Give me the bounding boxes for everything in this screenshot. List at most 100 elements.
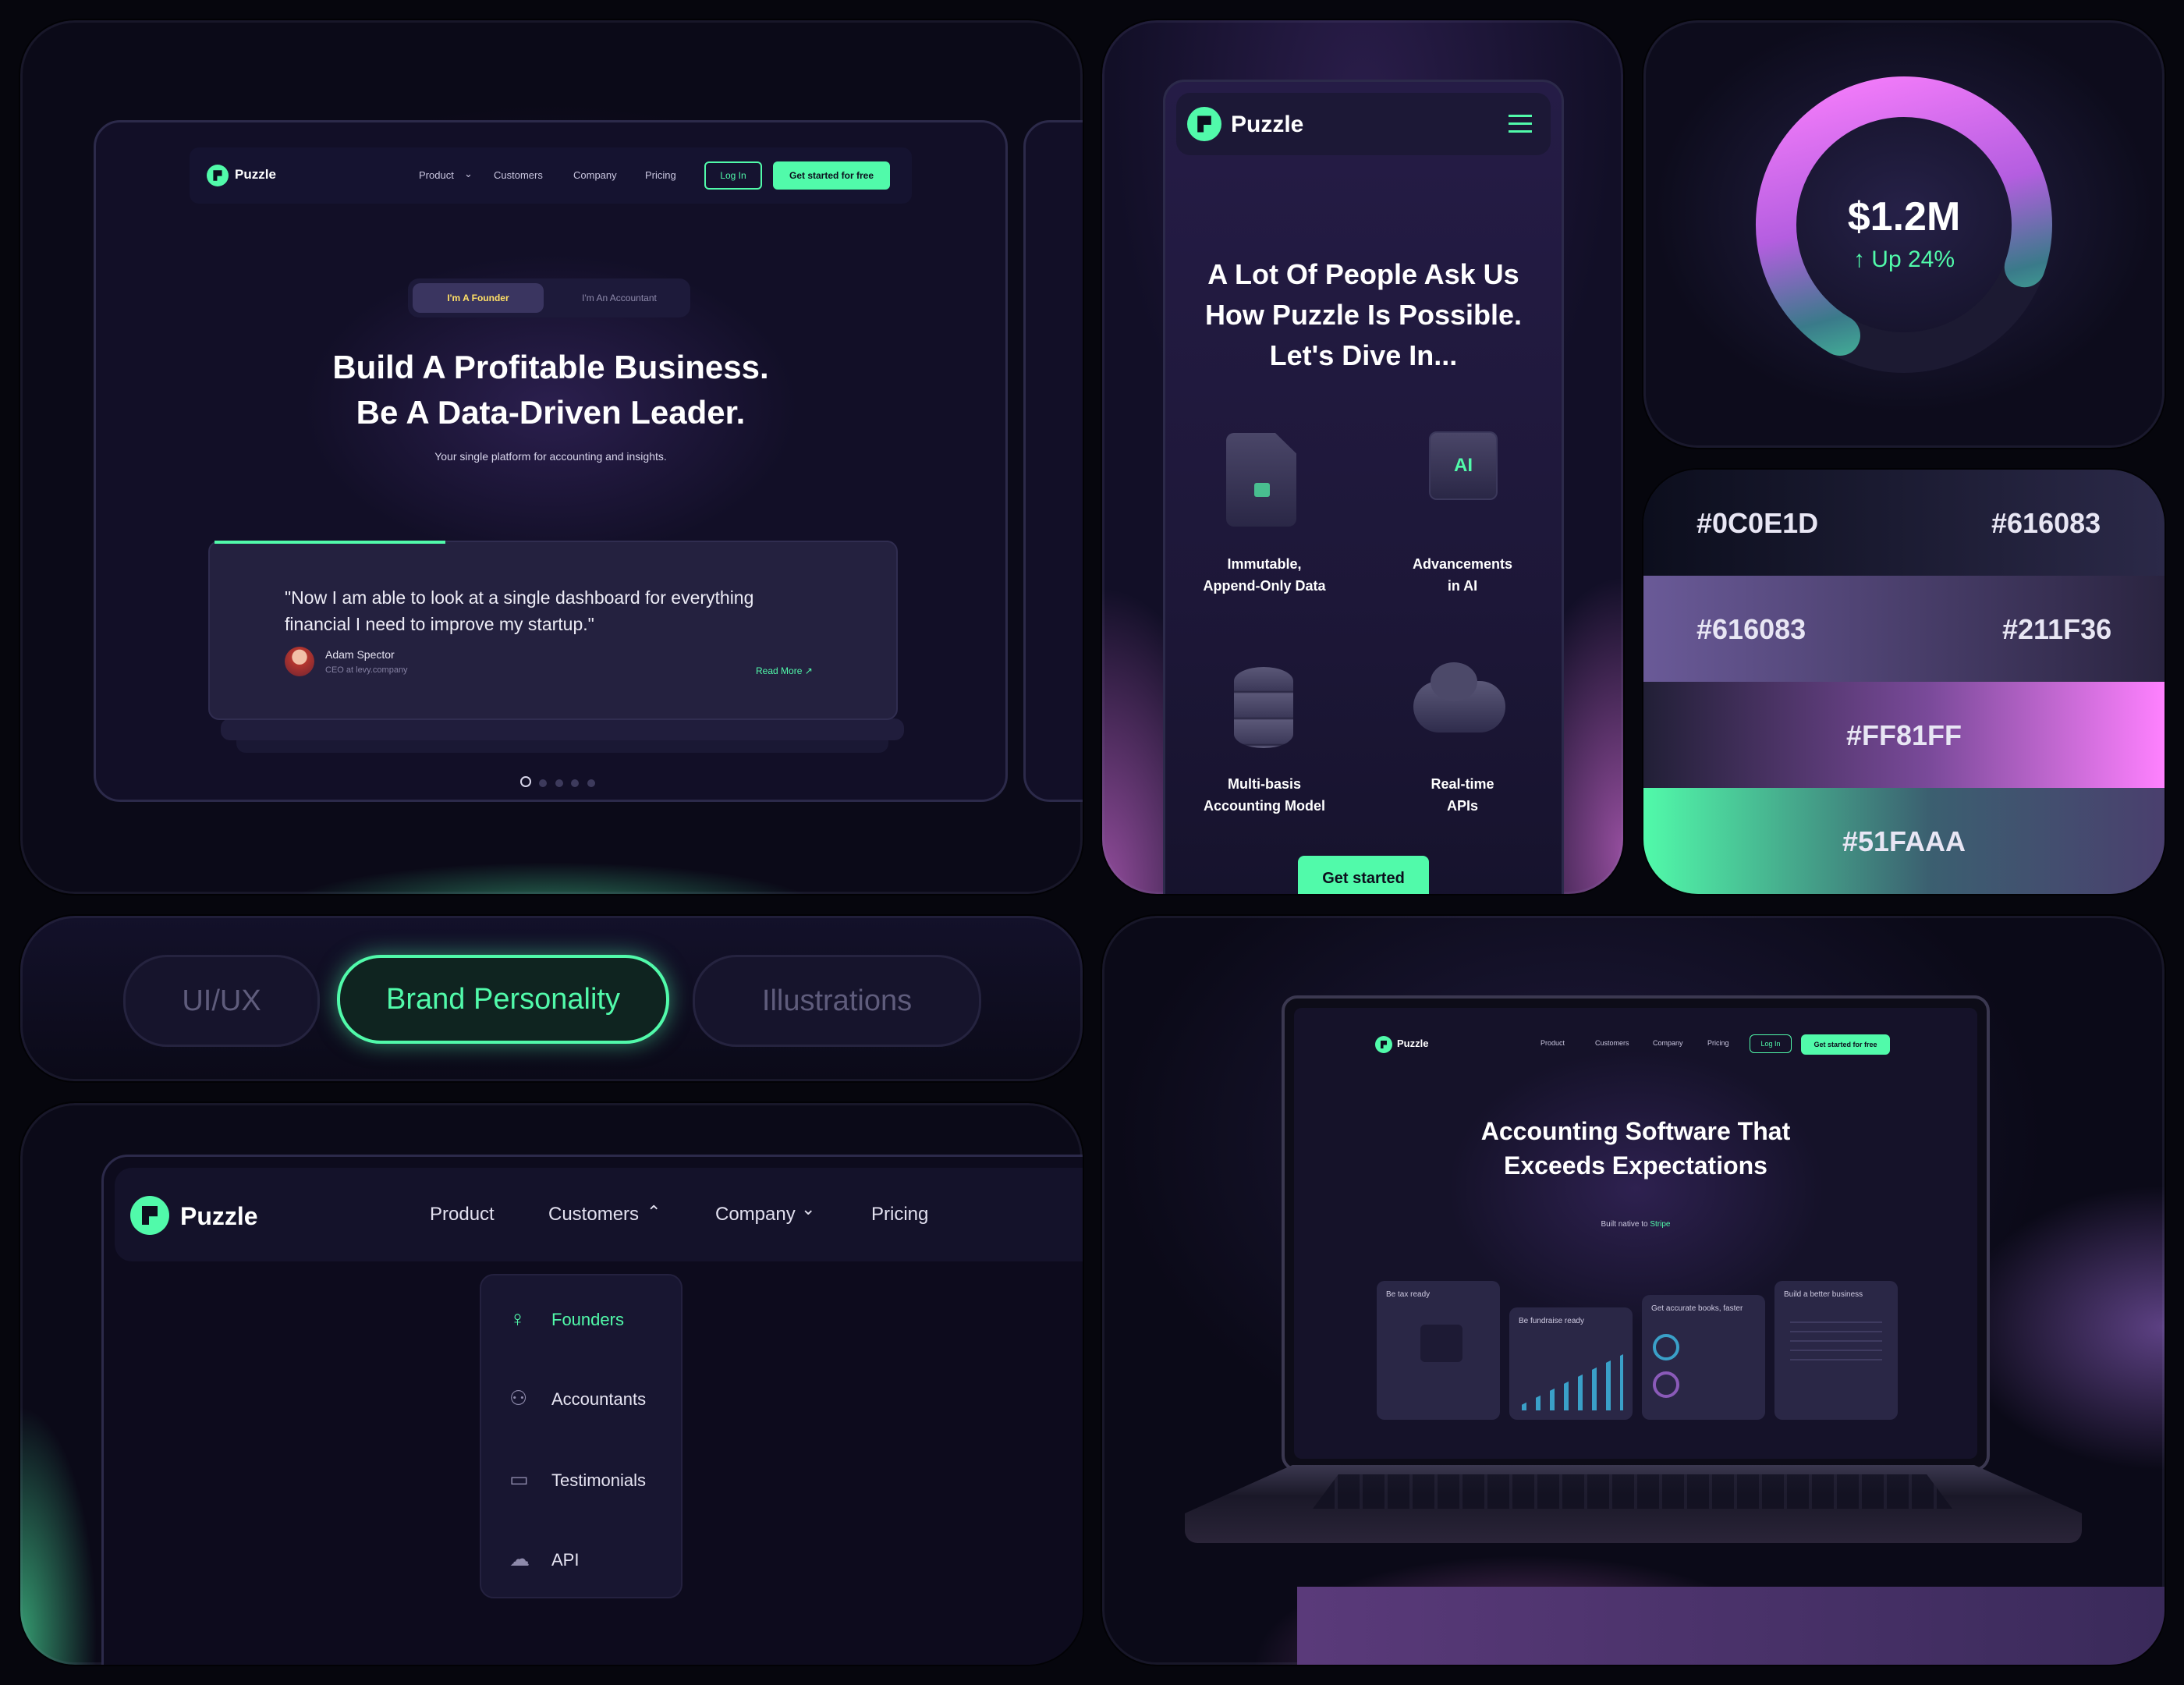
carousel-dots — [520, 776, 595, 791]
desktop-navbar: Puzzle Product ⌄ Customers Company Prici… — [190, 147, 912, 204]
testimonial-quote: "Now I am able to look at a single dashb… — [285, 587, 754, 634]
menu-item-testimonials[interactable]: ▭ Testimonials — [481, 1456, 681, 1503]
toggle-accountant[interactable]: I'm An Accountant — [553, 283, 686, 313]
menu-item-api[interactable]: ☁ API — [481, 1536, 681, 1583]
laptop-headline-2: Exceeds Expectations — [1504, 1151, 1767, 1180]
get-started-free-button[interactable]: Get started for free — [1801, 1034, 1890, 1055]
chevron-up-icon: ⌃ — [647, 1202, 661, 1222]
nav-company[interactable]: Company — [715, 1204, 796, 1226]
laptop-logo-text: Puzzle — [1397, 1038, 1429, 1049]
testimonial-card: "Now I am able to look at a single dashb… — [208, 541, 898, 720]
carousel-dot[interactable] — [587, 779, 595, 787]
lock-document-icon — [1226, 433, 1296, 527]
feature-card: Be fundraise ready — [1509, 1307, 1633, 1420]
carousel-dot[interactable] — [555, 779, 563, 787]
toggle-founder[interactable]: I'm A Founder — [413, 283, 544, 313]
arrow-up-right-icon: ↗ — [804, 665, 813, 676]
nav-product[interactable]: Product — [419, 169, 454, 181]
chevron-down-icon: ⌄ — [801, 1199, 816, 1219]
desktop-browser-frame: Puzzle Product ⌄ Customers Company Prici… — [94, 120, 1008, 802]
nav-customers[interactable]: Customers — [548, 1204, 639, 1226]
next-frame-peek — [1023, 120, 1083, 802]
mini-bar-chart — [1522, 1354, 1623, 1410]
carousel-dot-active[interactable] — [520, 776, 531, 787]
color-palette-card: #0C0E1D #616083 #616083 #211F36 #FF81FF … — [1643, 470, 2164, 894]
desktop-headline-2: Be A Data-Driven Leader. — [356, 394, 746, 431]
metric-change: ↑ Up 24% — [1852, 247, 1955, 272]
phone-header: Puzzle — [1176, 93, 1551, 155]
feature-label: Real-time — [1431, 776, 1494, 792]
carousel-dot[interactable] — [539, 779, 548, 787]
mobile-headline-1: A Lot Of People Ask Us — [1207, 258, 1519, 290]
hamburger-menu-icon[interactable] — [1509, 115, 1532, 133]
avatar — [285, 647, 314, 676]
revenue-metric-card: $1.2M ↑ Up 24% — [1643, 20, 2164, 448]
puzzle-logo-icon — [207, 165, 229, 186]
arrow-up-icon: ↑ — [1852, 247, 1865, 272]
login-button[interactable]: Log In — [704, 161, 762, 190]
laptop-headline-1: Accounting Software That — [1480, 1117, 1791, 1145]
tab-uiux[interactable]: UI/UX — [123, 955, 320, 1047]
mobile-get-started-button[interactable]: Get started — [1298, 856, 1429, 894]
desktop-subtitle: Your single platform for accounting and … — [434, 450, 667, 463]
phone-frame: Puzzle A Lot Of People Ask Us How Puzzle… — [1163, 80, 1564, 894]
desktop-logo-text: Puzzle — [235, 167, 276, 182]
feature-label: APIs — [1446, 798, 1479, 814]
login-button[interactable]: Log In — [1750, 1034, 1792, 1053]
feature-label: Advancements — [1412, 556, 1513, 572]
feature-card: Be tax ready — [1377, 1281, 1500, 1420]
nav-pricing[interactable]: Pricing — [1707, 1039, 1729, 1047]
puzzle-logo-icon — [1375, 1036, 1392, 1053]
nav-logo-text: Puzzle — [180, 1202, 258, 1230]
hex-mint: #51FAAA — [1842, 825, 1966, 857]
metric-value: $1.2M — [1847, 194, 1961, 239]
nav-customers[interactable]: Customers — [494, 169, 543, 181]
menu-item-accountants[interactable]: ⚇ Accountants — [481, 1375, 681, 1422]
nav-bar: Puzzle Product Customers ⌃ Company ⌄ Pri… — [115, 1168, 1083, 1261]
laptop-stage — [1297, 1587, 2164, 1665]
feature-label: Accounting Model — [1204, 798, 1325, 814]
laptop-display: Puzzle Product Customers Company Pricing… — [1294, 1008, 1977, 1459]
built-native-text: Built native to Stripe — [1601, 1220, 1671, 1229]
mobile-headline-3: Let's Dive In... — [1269, 339, 1458, 371]
tab-illustrations[interactable]: Illustrations — [693, 955, 981, 1047]
lightbulb-icon: ♀ — [509, 1307, 526, 1331]
puzzle-logo-icon — [1187, 107, 1221, 141]
database-icon — [1234, 667, 1293, 748]
hex-grey-violet-2: #616083 — [1696, 613, 1806, 645]
nav-company[interactable]: Company — [1653, 1039, 1683, 1047]
nav-frame: Puzzle Product Customers ⌃ Company ⌄ Pri… — [101, 1155, 1083, 1665]
customers-dropdown-menu: ♀ Founders ⚇ Accountants ▭ Testimonials … — [480, 1274, 682, 1598]
cloud-icon: ☁ — [509, 1547, 530, 1570]
hex-grey-violet: #616083 — [1991, 507, 2101, 539]
nav-product[interactable]: Product — [430, 1204, 495, 1226]
mobile-headline-2: How Puzzle Is Possible. — [1204, 299, 1523, 331]
menu-item-founders[interactable]: ♀ Founders — [481, 1296, 681, 1343]
feature-card: Build a better business — [1774, 1281, 1898, 1420]
phone-logo-text: Puzzle — [1231, 112, 1304, 137]
author-name: Adam Spector — [325, 648, 395, 661]
chevron-down-icon: ⌄ — [464, 168, 473, 179]
desktop-headline-1: Build A Profitable Business. — [332, 349, 769, 385]
get-started-free-button[interactable]: Get started for free — [773, 161, 890, 190]
carousel-dot[interactable] — [571, 779, 580, 787]
mobile-preview-card: Puzzle A Lot Of People Ask Us How Puzzle… — [1102, 20, 1623, 894]
hex-navy: #0C0E1D — [1696, 507, 1819, 539]
nav-company[interactable]: Company — [573, 169, 617, 181]
nav-pricing[interactable]: Pricing — [645, 169, 676, 181]
accountant-icon: ⚇ — [509, 1386, 528, 1410]
nav-product[interactable]: Product — [1540, 1039, 1565, 1047]
ai-chip-icon: AI — [1429, 431, 1498, 500]
nav-customers[interactable]: Customers — [1595, 1039, 1629, 1047]
feature-label: Append-Only Data — [1203, 578, 1326, 594]
dropdown-nav-card: Puzzle Product Customers ⌃ Company ⌄ Pri… — [20, 1103, 1083, 1665]
feature-label: in AI — [1447, 578, 1478, 594]
nav-pricing[interactable]: Pricing — [871, 1204, 928, 1226]
audience-toggle: I'm A Founder I'm An Accountant — [408, 278, 690, 317]
desktop-preview-card: Puzzle Product ⌄ Customers Company Prici… — [20, 20, 1083, 894]
read-more-link[interactable]: Read More ↗ — [756, 665, 813, 676]
testimonial-progress — [214, 541, 445, 544]
feature-label: Multi-basis — [1227, 776, 1301, 792]
tab-brand-personality[interactable]: Brand Personality — [337, 955, 669, 1044]
feature-label: Immutable, — [1227, 556, 1302, 572]
